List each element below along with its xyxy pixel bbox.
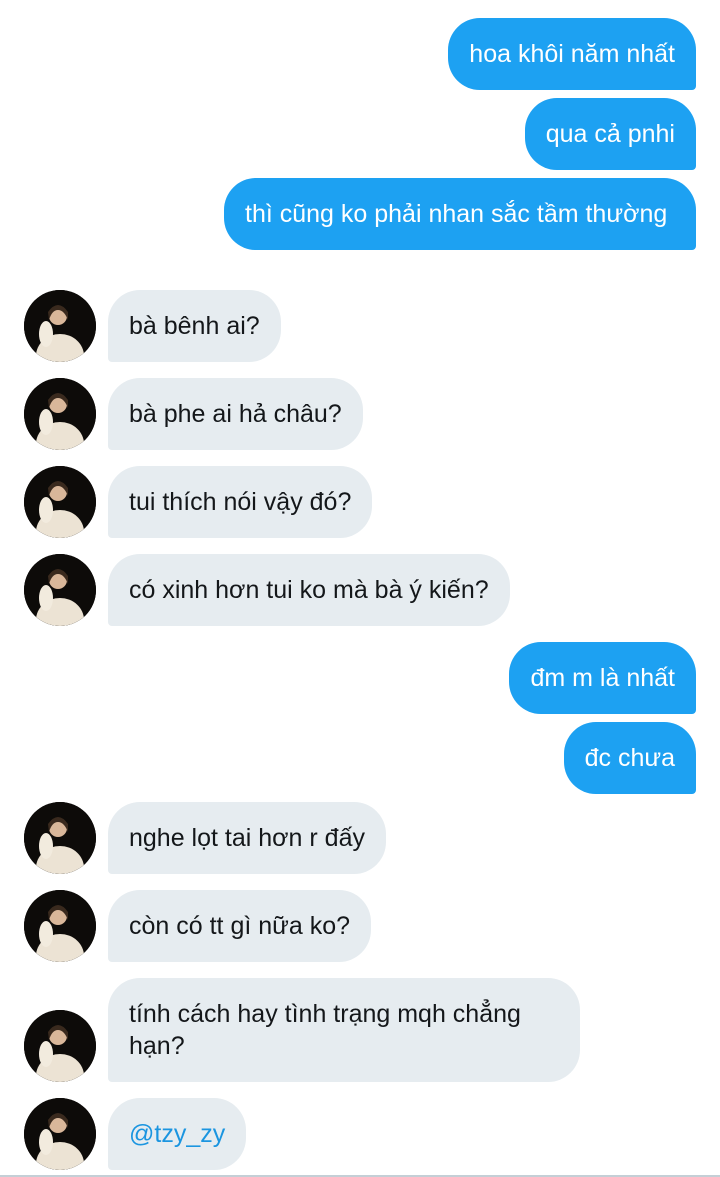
message-text: hoa khôi năm nhất (448, 18, 696, 90)
sent-message[interactable]: đm m là nhất (509, 642, 696, 714)
message-text: tui thích nói vậy đó? (108, 466, 373, 538)
received-message[interactable]: còn có tt gì nữa ko? (108, 890, 372, 962)
user-avatar-icon (24, 378, 96, 450)
contact-avatar[interactable] (24, 554, 96, 626)
message-text: còn có tt gì nữa ko? (108, 890, 372, 962)
message-text: bà phe ai hả châu? (108, 378, 363, 450)
message-text: tính cách hay tình trạng mqh chẳng hạn? (108, 978, 580, 1082)
contact-avatar[interactable] (24, 466, 96, 538)
message-text: @tzy_zy (108, 1098, 247, 1170)
received-message[interactable]: nghe lọt tai hơn r đấy (108, 802, 386, 874)
user-avatar-icon (24, 802, 96, 874)
received-message[interactable]: tính cách hay tình trạng mqh chẳng hạn? (108, 978, 580, 1082)
message-text: qua cả pnhi (524, 98, 696, 170)
contact-avatar[interactable] (24, 378, 96, 450)
sent-message[interactable]: đc chưa (563, 722, 696, 794)
received-message[interactable]: có xinh hơn tui ko mà bà ý kiến? (108, 554, 510, 626)
conversation-thread: hoa khôi năm nhất qua cả pnhi thì cũng k… (0, 0, 720, 1177)
contact-avatar[interactable] (24, 1010, 96, 1082)
message-text: nghe lọt tai hơn r đấy (108, 802, 386, 874)
message-text: bà bênh ai? (108, 290, 281, 362)
mention-link[interactable]: @tzy_zy (129, 1120, 225, 1148)
contact-avatar[interactable] (24, 890, 96, 962)
contact-avatar[interactable] (24, 802, 96, 874)
user-avatar-icon (24, 554, 96, 626)
message-text: đc chưa (563, 722, 696, 794)
user-avatar-icon (24, 1010, 96, 1082)
message-text: thì cũng ko phải nhan sắc tầm thường (224, 178, 696, 250)
received-message[interactable]: bà bênh ai? (108, 290, 281, 362)
contact-avatar[interactable] (24, 290, 96, 362)
received-message[interactable]: @tzy_zy (108, 1098, 247, 1170)
sent-message[interactable]: thì cũng ko phải nhan sắc tầm thường (224, 178, 696, 250)
received-message[interactable]: bà phe ai hả châu? (108, 378, 363, 450)
message-text: đm m là nhất (509, 642, 696, 714)
user-avatar-icon (24, 890, 96, 962)
user-avatar-icon (24, 466, 96, 538)
received-message[interactable]: tui thích nói vậy đó? (108, 466, 373, 538)
sent-message[interactable]: hoa khôi năm nhất (448, 18, 696, 90)
message-text: có xinh hơn tui ko mà bà ý kiến? (108, 554, 510, 626)
contact-avatar[interactable] (24, 1098, 96, 1170)
user-avatar-icon (24, 1098, 96, 1170)
sent-message[interactable]: qua cả pnhi (524, 98, 696, 170)
user-avatar-icon (24, 290, 96, 362)
